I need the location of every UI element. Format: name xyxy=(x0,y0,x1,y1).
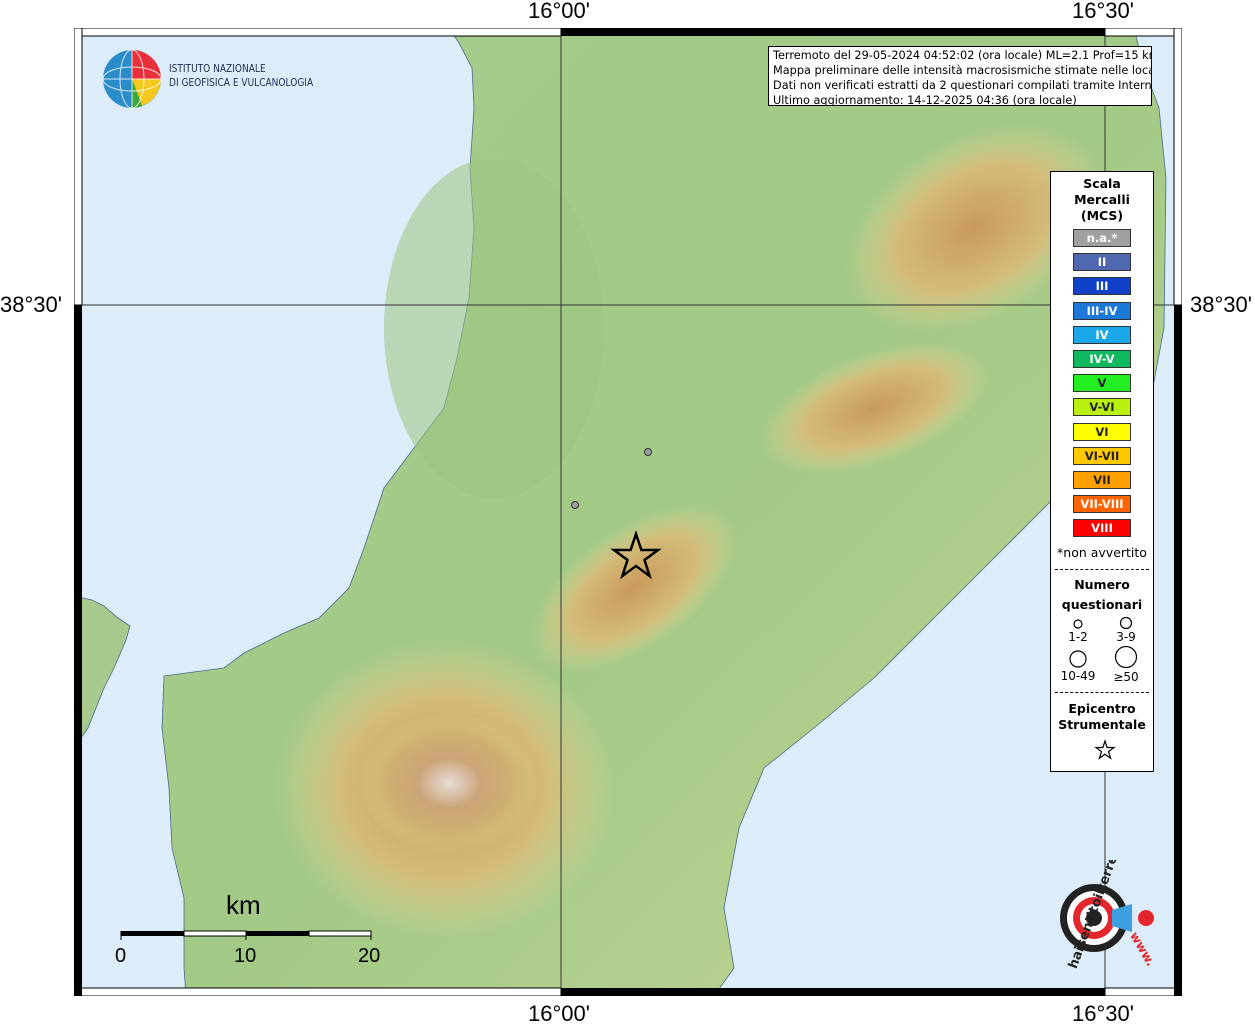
legend-swatch: VI-VII xyxy=(1073,446,1131,465)
count-class-label: ≥50 xyxy=(1113,670,1139,684)
legend-swatch: V xyxy=(1073,374,1131,393)
event-info-line: Ultimo aggiornamento: 14-12-2025 04:36 (… xyxy=(773,94,1077,106)
mcs-legend: Scala Mercalli (MCS) n.a.* II III III-IV IV I… xyxy=(1050,171,1154,772)
lon-label-top-16-00: 16°00' xyxy=(528,0,590,23)
not-felt-note: *non avvertito xyxy=(1057,545,1147,560)
watermark-url: haisentitoilterremoto.it xyxy=(1065,860,1140,970)
event-info-box: Terremoto del 29-05-2024 04:52:02 (ora l… xyxy=(768,46,1152,106)
count-class-label: 1-2 xyxy=(1068,630,1088,644)
ingv-name-line1: ISTITUTO NAZIONALE xyxy=(169,62,266,75)
legend-swatch: IV xyxy=(1073,325,1131,344)
legend-swatch: VII xyxy=(1073,471,1131,489)
watermark-prefix: www. xyxy=(1127,929,1158,969)
legend-swatch: n.a.* xyxy=(1073,229,1131,247)
frame-bottom-white-right xyxy=(1104,987,1182,996)
legend-swatch: VIII xyxy=(1073,519,1131,538)
scalebar-tick: 0 xyxy=(115,945,127,967)
ingv-logo xyxy=(102,49,162,113)
legend-divider xyxy=(1055,692,1149,693)
map-area[interactable] xyxy=(74,28,1182,996)
epicenter-legend-title: Epicentro Strumentale xyxy=(1058,701,1146,732)
legend-swatch: V-VI xyxy=(1073,398,1131,417)
lon-label-bottom-16-30: 16°30' xyxy=(1072,1001,1134,1026)
questionnaire-point xyxy=(644,448,652,456)
ingv-name-line2: DI GEOFISICA E VULCANOLOGIA xyxy=(169,76,314,89)
watermark-text: haisentitoilterremoto.it www. xyxy=(1040,860,1170,970)
legend-swatch: VI xyxy=(1073,422,1131,441)
lon-label-bottom-16-00: 16°00' xyxy=(528,1001,590,1026)
frame-right-black xyxy=(1174,305,1182,996)
legend-divider xyxy=(1055,569,1149,570)
frame-bottom-black xyxy=(561,988,1105,996)
lat-label-right: 38°30' xyxy=(1190,292,1252,317)
count-class-label: 3-9 xyxy=(1116,630,1136,644)
event-info-line: Terremoto del 29-05-2024 04:52:02 (ora l… xyxy=(773,49,1152,62)
lon-label-top-16-30: 16°30' xyxy=(1072,0,1134,23)
scalebar-tick: 10 xyxy=(234,945,257,967)
scalebar-unit: km xyxy=(226,890,261,920)
lat-label-left: 38°30' xyxy=(0,292,62,317)
count-class-label: 10-49 xyxy=(1060,669,1096,683)
star-icon xyxy=(1094,739,1116,760)
globe-icon xyxy=(102,49,162,109)
legend-swatch: III xyxy=(1073,277,1131,296)
legend-title: Scala Mercalli (MCS) xyxy=(1074,176,1130,223)
event-info-line: Dati non verificati estratti da 2 questi… xyxy=(773,79,1152,92)
relief-aspromonte-peak xyxy=(359,713,539,853)
ingv-name: ISTITUTO NAZIONALE DI GEOFISICA E VULCAN… xyxy=(169,62,313,90)
event-info-line: Mappa preliminare delle intensità macros… xyxy=(773,64,1152,77)
frame-top-black xyxy=(561,28,1105,36)
scalebar-tick: 20 xyxy=(358,945,381,967)
frame-top-white-right xyxy=(1104,28,1182,37)
legend-swatch: VII-VIII xyxy=(1073,495,1131,514)
terrain-map xyxy=(74,28,1182,996)
frame-left-white xyxy=(74,28,83,306)
questionnaire-point xyxy=(571,501,579,509)
legend-swatch: IV-V xyxy=(1073,350,1131,368)
frame-bottom-white-left xyxy=(74,987,562,996)
frame-left-black xyxy=(74,305,82,996)
relief-lowland xyxy=(384,158,604,498)
legend-swatch: II xyxy=(1073,253,1131,272)
frame-top-white-left xyxy=(74,28,562,37)
legend-swatch: III-IV xyxy=(1073,301,1131,320)
frame-right-white xyxy=(1173,28,1182,306)
count-title: Numero questionari xyxy=(1061,577,1143,612)
